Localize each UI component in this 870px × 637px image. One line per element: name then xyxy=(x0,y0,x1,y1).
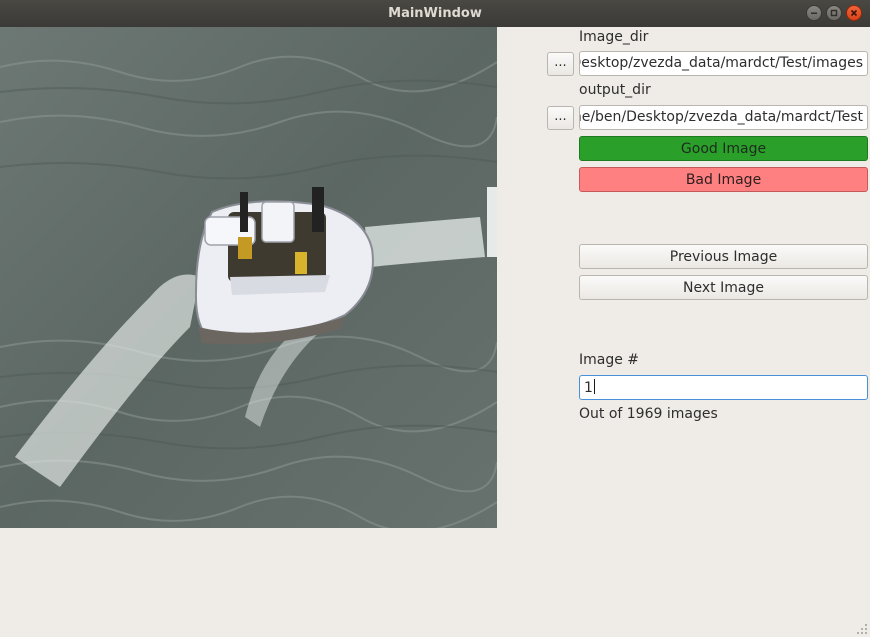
output-dir-label: output_dir xyxy=(579,82,651,98)
window-controls xyxy=(806,5,862,21)
title-bar: MainWindow xyxy=(0,0,870,27)
minimize-icon[interactable] xyxy=(806,5,822,21)
boat-photo xyxy=(0,27,497,528)
image-number-label: Image # xyxy=(579,352,640,368)
output-dir-browse-button[interactable]: ... xyxy=(547,106,574,130)
previous-image-button[interactable]: Previous Image xyxy=(579,244,868,269)
image-number-value: 1 xyxy=(584,380,593,396)
maximize-icon[interactable] xyxy=(826,5,842,21)
image-count-text: Out of 1969 images xyxy=(579,406,718,422)
main-window: MainWindow Image_dir ... Desktop/zvezda_… xyxy=(0,0,870,637)
output-dir-value: ne/ben/Desktop/zvezda_data/mardct/Test xyxy=(579,109,863,125)
output-dir-field[interactable]: ne/ben/Desktop/zvezda_data/mardct/Test xyxy=(579,105,868,130)
text-caret xyxy=(593,379,595,394)
good-image-button[interactable]: Good Image xyxy=(579,136,868,161)
bad-image-button[interactable]: Bad Image xyxy=(579,167,868,192)
next-image-button[interactable]: Next Image xyxy=(579,275,868,300)
image-dir-browse-button[interactable]: ... xyxy=(547,52,574,76)
close-icon[interactable] xyxy=(846,5,862,21)
image-preview xyxy=(0,27,497,528)
image-dir-label: Image_dir xyxy=(579,29,649,45)
image-number-input[interactable]: 1 xyxy=(579,375,868,400)
window-title: MainWindow xyxy=(388,6,482,21)
resize-grip-icon[interactable] xyxy=(857,624,867,634)
image-dir-field[interactable]: Desktop/zvezda_data/mardct/Test/images xyxy=(579,51,868,76)
image-dir-value: Desktop/zvezda_data/mardct/Test/images xyxy=(579,55,863,71)
